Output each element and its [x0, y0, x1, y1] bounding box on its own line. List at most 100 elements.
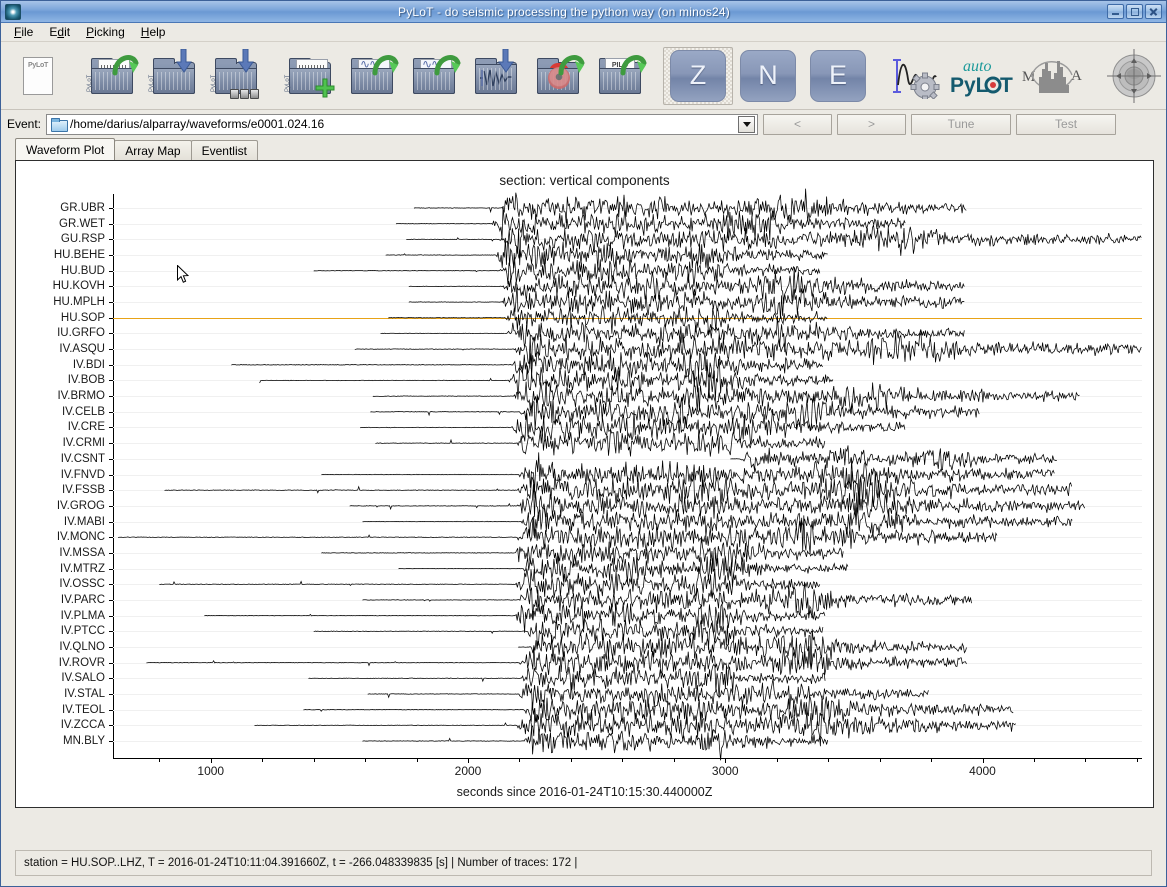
- disk-stack-icon: [230, 89, 259, 99]
- waveform-trace[interactable]: [386, 238, 828, 271]
- station-label[interactable]: IV.CRE: [68, 421, 105, 433]
- waveform-trace[interactable]: [309, 664, 826, 698]
- chevron-down-icon[interactable]: [738, 116, 755, 133]
- component-n-button[interactable]: N: [733, 47, 803, 105]
- station-label[interactable]: IV.PTCC: [61, 625, 105, 637]
- tune-button[interactable]: Tune: [911, 114, 1011, 135]
- add-event-button[interactable]: PyLoT: [279, 47, 341, 105]
- save-project-button[interactable]: PyLoT: [143, 47, 205, 105]
- station-label[interactable]: IV.OSSC: [59, 578, 105, 590]
- waveform-trace[interactable]: [255, 708, 1016, 747]
- x-axis-minor-tick: [828, 759, 829, 762]
- plot-title: section: vertical components: [16, 173, 1153, 188]
- station-label[interactable]: IV.QLNO: [59, 641, 105, 653]
- load-waveform-button[interactable]: [341, 47, 403, 105]
- menu-picking[interactable]: Picking: [79, 23, 132, 41]
- test-button[interactable]: Test: [1016, 114, 1116, 135]
- station-label[interactable]: GU.RSP: [61, 233, 105, 245]
- station-label[interactable]: IV.MABI: [64, 516, 105, 528]
- station-label[interactable]: HU.MPLH: [53, 296, 105, 308]
- minimize-button[interactable]: [1107, 4, 1124, 19]
- status-bar: station = HU.SOP..LHZ, T = 2016-01-24T10…: [15, 850, 1152, 876]
- station-label[interactable]: IV.CRMI: [63, 437, 105, 449]
- station-label[interactable]: IV.CELB: [62, 406, 105, 418]
- waveform-trace[interactable]: [409, 285, 965, 319]
- waveform-trace[interactable]: [373, 379, 1080, 411]
- station-label[interactable]: IV.TEOL: [62, 704, 105, 716]
- waveform-trace[interactable]: [321, 536, 843, 571]
- x-axis-minor-tick: [880, 759, 881, 762]
- station-label[interactable]: IV.MTRZ: [60, 563, 105, 575]
- load-event-button[interactable]: [527, 47, 589, 105]
- waveform-trace[interactable]: [146, 646, 966, 675]
- component-e-button[interactable]: E: [803, 47, 873, 105]
- station-label[interactable]: IV.ZCCA: [61, 719, 105, 731]
- load-pilot-button[interactable]: PILO: [589, 47, 651, 105]
- waveform-trace[interactable]: [375, 429, 824, 456]
- station-label[interactable]: HU.KOVH: [53, 280, 105, 292]
- station-label[interactable]: IV.GROG: [57, 500, 105, 512]
- waveform-plot-panel[interactable]: section: vertical components GR.UBR GR.WE…: [15, 160, 1154, 808]
- station-label[interactable]: IU.GRFO: [57, 327, 105, 339]
- save-project-as-button[interactable]: PyLoT: [205, 47, 267, 105]
- station-label[interactable]: HU.SOP: [61, 312, 105, 324]
- waveform-trace[interactable]: [363, 727, 828, 761]
- plot-axes[interactable]: [113, 194, 1142, 759]
- maximize-button[interactable]: [1126, 4, 1143, 19]
- folder-plus-icon: PyLoT: [289, 58, 331, 94]
- open-project-button[interactable]: PyLoT: [81, 47, 143, 105]
- x-axis-minor-tick: [262, 759, 263, 762]
- station-label[interactable]: MN.BLY: [63, 735, 105, 747]
- station-label[interactable]: IV.SALO: [61, 672, 105, 684]
- waveform-trace[interactable]: [730, 445, 1057, 470]
- event-path-combobox[interactable]: /home/darius/alparray/waveforms/e0001.02…: [46, 114, 758, 135]
- station-label[interactable]: IV.FSSB: [62, 484, 105, 496]
- save-waveform-button[interactable]: [465, 47, 527, 105]
- station-label[interactable]: IV.FNVD: [61, 469, 105, 481]
- tab-eventlist[interactable]: Eventlist: [191, 140, 258, 160]
- station-label[interactable]: IV.BOB: [68, 374, 105, 386]
- waveform-trace[interactable]: [370, 395, 979, 431]
- station-label[interactable]: IV.BDI: [73, 359, 105, 371]
- manual-picking-button[interactable]: [885, 47, 947, 105]
- toolbar-group-project: PyLoT: [4, 45, 72, 107]
- load-picks-button[interactable]: [403, 47, 465, 105]
- station-label[interactable]: IV.CSNT: [61, 453, 105, 465]
- folder-open-icon: PyLoT: [91, 58, 133, 94]
- tab-bar: Waveform Plot Array Map Eventlist: [1, 138, 1166, 160]
- autopylot-button[interactable]: auto PyL T: [947, 47, 1017, 105]
- magnitude-button[interactable]: M A: [1017, 47, 1087, 105]
- menu-edit[interactable]: Edit: [42, 23, 77, 41]
- station-label[interactable]: HU.BUD: [61, 265, 105, 277]
- station-label[interactable]: GR.UBR: [60, 202, 105, 214]
- station-label[interactable]: IV.STAL: [64, 688, 105, 700]
- station-label[interactable]: IV.PLMA: [61, 610, 105, 622]
- component-z-label: Z: [670, 50, 726, 102]
- station-label[interactable]: HU.BEHE: [54, 249, 105, 261]
- waveform-trace[interactable]: [363, 503, 1073, 538]
- station-label[interactable]: IV.PARC: [61, 594, 105, 606]
- array-map-button[interactable]: [1099, 47, 1167, 105]
- station-label[interactable]: IV.MSSA: [59, 547, 105, 559]
- next-event-button[interactable]: >: [837, 114, 906, 135]
- menu-help[interactable]: Help: [134, 23, 173, 41]
- menu-file[interactable]: File: [7, 23, 40, 41]
- station-label[interactable]: IV.ROVR: [59, 657, 105, 669]
- waveform-trace[interactable]: [321, 452, 1054, 495]
- x-axis-title: seconds since 2016-01-24T10:15:30.440000…: [16, 785, 1153, 799]
- waveform-trace[interactable]: [414, 189, 966, 224]
- x-axis-minor-tick: [417, 759, 418, 762]
- svg-text:A: A: [1071, 68, 1082, 84]
- waveform-trace[interactable]: [204, 603, 825, 633]
- station-label[interactable]: IV.ASQU: [59, 343, 105, 355]
- close-button[interactable]: [1145, 4, 1162, 19]
- station-label[interactable]: IV.MONC: [57, 531, 105, 543]
- station-label[interactable]: IV.BRMO: [57, 390, 105, 402]
- component-z-button[interactable]: Z: [663, 47, 733, 105]
- tab-waveform-plot[interactable]: Waveform Plot: [15, 138, 115, 160]
- new-project-button[interactable]: PyLoT: [7, 47, 69, 105]
- previous-event-button[interactable]: <: [763, 114, 832, 135]
- station-label[interactable]: GR.WET: [59, 218, 105, 230]
- waveform-trace[interactable]: [314, 253, 820, 286]
- tab-array-map[interactable]: Array Map: [114, 140, 191, 160]
